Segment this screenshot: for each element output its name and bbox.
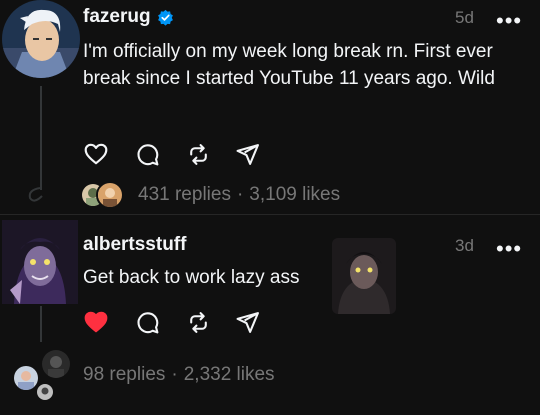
replies-count[interactable]: 98 replies	[83, 364, 165, 386]
heart-icon	[84, 143, 108, 165]
stats-separator: ·	[171, 364, 178, 385]
comment-icon	[136, 311, 158, 333]
like-button[interactable]	[82, 140, 110, 168]
share-icon	[236, 143, 259, 165]
post-username[interactable]: fazerug	[83, 6, 151, 28]
comment-icon	[136, 143, 158, 165]
thread-line	[40, 306, 42, 342]
repost-button[interactable]	[184, 140, 212, 168]
stats-separator: ·	[236, 184, 244, 205]
replier-avatar	[96, 181, 124, 209]
reply-text: Get back to work lazy ass	[83, 267, 300, 288]
reply-username[interactable]: albertsstuff	[83, 234, 186, 256]
likes-count[interactable]: 3,109 likes	[249, 184, 340, 206]
replier-avatar	[35, 382, 55, 402]
reply-attached-image[interactable]	[332, 238, 396, 314]
post-time: 5d	[455, 8, 474, 27]
likes-count[interactable]: 2,332 likes	[184, 364, 275, 386]
repost-button[interactable]	[184, 308, 212, 336]
replier-avatar	[40, 348, 72, 380]
share-button[interactable]	[233, 140, 261, 168]
reply-time: 3d	[455, 236, 474, 255]
comment-button[interactable]	[133, 140, 161, 168]
thread-curve-icon	[28, 187, 43, 202]
avatar[interactable]	[2, 220, 78, 304]
comment-button[interactable]	[133, 308, 161, 336]
divider	[0, 214, 540, 215]
heart-filled-icon	[84, 311, 108, 333]
like-button[interactable]	[82, 308, 110, 336]
verified-badge-icon	[157, 9, 174, 26]
reply-stats: 98 replies · 2,332 likes	[83, 364, 275, 386]
more-options-button[interactable]: •••	[496, 238, 522, 260]
post-stats: 431 replies · 3,109 likes	[138, 184, 340, 206]
thread-line	[40, 86, 42, 190]
repost-icon	[189, 143, 207, 165]
share-icon	[236, 311, 259, 333]
repost-icon	[189, 311, 207, 333]
avatar[interactable]	[2, 0, 80, 78]
more-options-button[interactable]: •••	[496, 10, 522, 32]
replies-count[interactable]: 431 replies	[138, 184, 231, 206]
post-text: I'm officially on my week long break rn.…	[83, 41, 495, 89]
share-button[interactable]	[233, 308, 261, 336]
